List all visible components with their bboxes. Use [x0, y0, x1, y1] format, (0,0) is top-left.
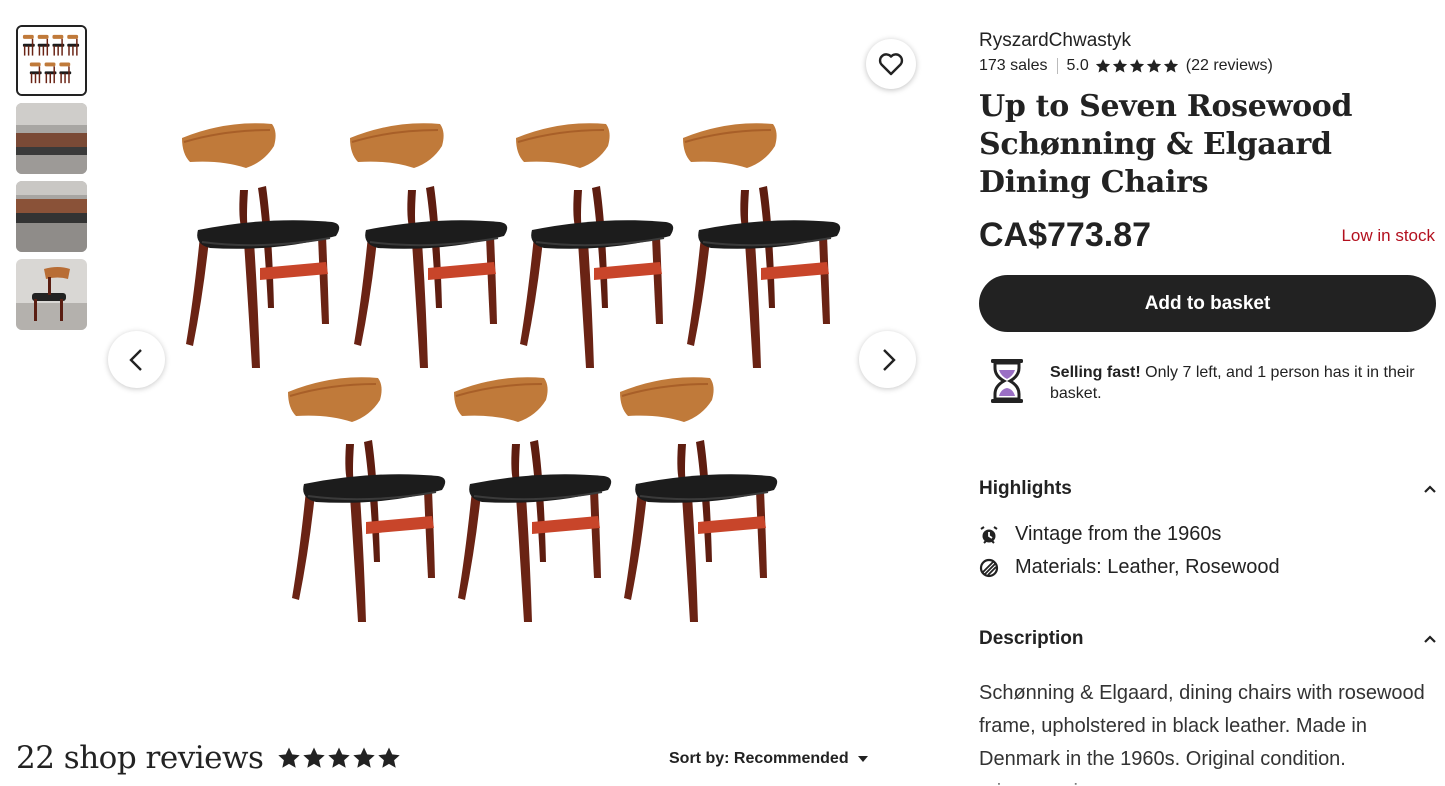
star-icon — [1146, 59, 1161, 73]
highlight-materials: Materials: Leather, Rosewood — [979, 551, 1437, 584]
add-to-basket-button[interactable]: Add to basket — [979, 275, 1436, 332]
star-icon — [378, 747, 401, 768]
thumbnail-image — [16, 181, 87, 252]
materials-icon — [979, 558, 1001, 578]
divider — [1056, 58, 1058, 74]
shop-reviews-header: 22 shop reviews — [16, 740, 408, 776]
selling-fast-text: Selling fast! Only 7 left, and 1 person … — [1050, 362, 1437, 409]
product-price: CA$773.87 — [979, 216, 1152, 254]
star-icon — [303, 747, 326, 768]
highlights-toggle[interactable]: Highlights — [979, 477, 1437, 501]
star-icon — [1095, 59, 1110, 73]
highlights-list: Vintage from the 1960s Materials: Leathe… — [979, 518, 1437, 584]
hourglass-icon — [979, 358, 1035, 409]
chevron-up-icon — [1424, 635, 1436, 643]
highlight-label: Materials: Leather, Rosewood — [1015, 556, 1280, 578]
chevron-right-icon — [882, 348, 896, 371]
shop-meta: 173 sales 5.0 (22 reviews) — [979, 55, 1437, 77]
thumbnail-list — [16, 25, 88, 337]
chevron-left-icon — [128, 348, 142, 371]
shop-name-link[interactable]: RyszardChwastyk — [979, 28, 1437, 54]
mini-chair — [37, 34, 50, 56]
thumbnail-image — [18, 27, 85, 94]
rating-stars — [1095, 58, 1180, 74]
shop-rating: 5.0 — [1066, 57, 1089, 74]
description-heading: Description — [979, 628, 1084, 649]
star-icon — [328, 747, 351, 768]
heart-icon — [878, 53, 904, 76]
mini-chair — [52, 34, 65, 56]
previous-image-button[interactable] — [108, 331, 165, 388]
star-icon — [1112, 59, 1127, 73]
chevron-up-icon — [1424, 485, 1436, 493]
shop-reviews-heading: 22 shop reviews — [16, 740, 264, 776]
shop-review-count[interactable]: (22 reviews) — [1186, 57, 1273, 75]
thumbnail-4[interactable] — [16, 259, 87, 330]
selling-fast-notice: Selling fast! Only 7 left, and 1 person … — [979, 358, 1437, 409]
description-text: Schønning & Elgaard, dining chairs with … — [979, 682, 1425, 770]
favorite-button[interactable] — [866, 39, 916, 89]
highlights-heading: Highlights — [979, 478, 1072, 499]
mini-chair — [22, 34, 35, 56]
mini-chair — [29, 62, 42, 84]
star-icon — [353, 747, 376, 768]
stock-status: Low in stock — [1341, 225, 1435, 245]
highlight-label: Vintage from the 1960s — [1015, 523, 1222, 545]
highlights-section: Highlights Vintage from the 1960s Materi… — [979, 477, 1437, 584]
product-title: Up to Seven Rosewood Schønning & Elgaard… — [979, 89, 1353, 200]
description-section: Description Schønning & Elgaard, dining … — [979, 627, 1437, 786]
description-toggle[interactable]: Description — [979, 627, 1437, 651]
caret-down-icon — [857, 756, 868, 762]
selling-fast-label: Selling fast! — [1050, 364, 1141, 381]
next-image-button[interactable] — [859, 331, 916, 388]
price-row: CA$773.87 Low in stock — [979, 216, 1437, 255]
alarm-clock-icon — [979, 525, 1001, 545]
product-info-panel: RyszardChwastyk 173 sales 5.0 (22 review… — [979, 28, 1437, 786]
thumbnail-1[interactable] — [16, 25, 87, 96]
star-icon — [278, 747, 301, 768]
thumbnail-2[interactable] — [16, 103, 87, 174]
main-product-image — [108, 25, 916, 675]
chairs-image — [181, 122, 842, 623]
shop-reviews-stars — [277, 746, 402, 770]
mini-chair — [67, 34, 80, 56]
highlight-vintage: Vintage from the 1960s — [979, 518, 1437, 551]
thumbnail-image — [16, 259, 87, 330]
sort-dropdown[interactable]: Sort by: Recommended — [669, 750, 869, 768]
thumbnail-image — [16, 103, 87, 174]
star-icon — [1163, 59, 1178, 73]
star-icon — [1129, 59, 1144, 73]
sort-label: Sort by: Recommended — [669, 750, 849, 767]
shop-sales: 173 sales — [979, 57, 1048, 74]
thumbnail-3[interactable] — [16, 181, 87, 252]
description-fade-text: price per piece — [979, 776, 1437, 786]
mini-chair — [44, 62, 57, 84]
mini-chair — [59, 62, 72, 84]
